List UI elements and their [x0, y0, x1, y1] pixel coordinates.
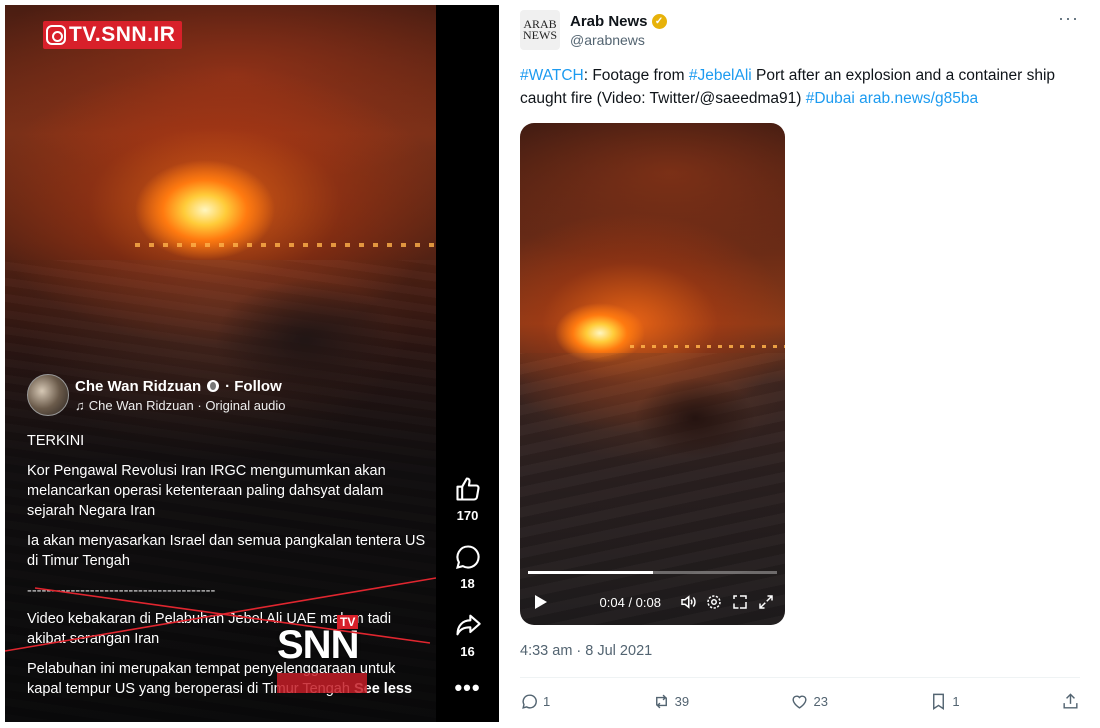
tweet-text: #WATCH: Footage from #JebelAli Port afte…	[520, 64, 1090, 110]
tweet-author-handle[interactable]: @arabnews	[570, 32, 667, 48]
verified-badge-icon: ✓	[651, 13, 667, 29]
share-count: 16	[460, 644, 475, 659]
more-options-icon[interactable]: ···	[1058, 8, 1079, 29]
tweet-header: ARAB NEWS Arab News ✓ @arabnews	[520, 10, 667, 50]
thumbs-up-icon	[455, 477, 480, 501]
reel-author: Che Wan Ridzuan · Follow ♫ Che Wan Ridzu…	[27, 374, 286, 416]
reel-audio-label[interactable]: Che Wan Ridzuan · Original audio	[89, 398, 286, 413]
reel-port-lights	[135, 243, 435, 247]
instagram-icon	[46, 25, 66, 45]
reel-watermark: TV.SNN.IR	[43, 21, 183, 49]
reel-panel: TV.SNN.IR Che Wan Ridzuan · Follow ♫ Che…	[5, 5, 499, 722]
screenshot-composite: TV.SNN.IR Che Wan Ridzuan · Follow ♫ Che…	[0, 0, 1100, 728]
retweet-icon	[655, 694, 667, 708]
tweet-video[interactable]: 0:04 / 0:08	[520, 123, 785, 625]
tweet-panel: ARAB NEWS Arab News ✓ @arabnews ··· #WAT…	[506, 0, 1100, 728]
heart-icon	[792, 695, 808, 709]
reel-watermark-text: TV.SNN.IR	[69, 23, 176, 46]
retweet-count: 39	[674, 693, 690, 709]
bookmark-button[interactable]: 1	[929, 692, 960, 711]
like-button[interactable]: 170	[454, 475, 482, 523]
snn-band	[277, 673, 367, 693]
music-note-icon: ♫	[75, 397, 85, 413]
divider	[520, 677, 1080, 678]
reply-count: 1	[543, 693, 551, 709]
share-button[interactable]	[1061, 692, 1080, 711]
avatar[interactable]: ARAB NEWS	[520, 10, 560, 50]
video-time: 0:04 / 0:08	[599, 594, 661, 610]
tweet-timestamp[interactable]: 4:33 am · 8 Jul 2021	[520, 643, 652, 659]
tweet-action-bar: 1 39 23 1	[520, 690, 1080, 712]
play-icon[interactable]	[535, 595, 547, 609]
comment-count: 18	[460, 576, 475, 591]
like-button[interactable]: 23	[790, 692, 828, 711]
video-progress-bar[interactable]	[528, 571, 777, 574]
reel-author-name[interactable]: Che Wan Ridzuan	[75, 378, 201, 395]
like-count: 170	[456, 508, 479, 523]
fullscreen-icon[interactable]	[757, 593, 775, 611]
hashtag-link[interactable]: #Dubai	[806, 90, 855, 107]
reply-button[interactable]: 1	[520, 692, 550, 711]
caption-paragraph: Ia akan menyasarkan Israel dan semua pan…	[27, 533, 426, 569]
avatar[interactable]	[27, 374, 69, 416]
bookmark-count: 1	[952, 693, 960, 709]
share-button[interactable]: 16	[454, 611, 482, 659]
caption-heading: TERKINI	[27, 433, 85, 449]
reel-video[interactable]: TV.SNN.IR Che Wan Ridzuan · Follow ♫ Che…	[5, 5, 436, 722]
follow-button[interactable]: · Follow	[225, 378, 282, 395]
comment-button[interactable]: 18	[454, 543, 482, 591]
caption-paragraph: Kor Pengawal Revolusi Iran IRGC mengumum…	[27, 463, 386, 519]
snn-tv-tag: TV	[337, 615, 359, 629]
tweet-text-segment: : Footage from	[583, 67, 689, 84]
video-progress-fill	[528, 571, 653, 574]
video-port-lights	[630, 345, 785, 348]
like-count: 23	[813, 693, 828, 709]
retweet-button[interactable]: 39	[652, 692, 689, 711]
reply-icon	[522, 693, 537, 709]
reel-action-bar: 170 18 16 •••	[436, 475, 499, 701]
hashtag-link[interactable]: #JebelAli	[689, 67, 752, 84]
video-controls: 0:04 / 0:08	[530, 591, 775, 613]
snn-watermark: SNN TV	[275, 615, 375, 707]
volume-icon[interactable]	[679, 593, 697, 611]
settings-gear-icon[interactable]	[705, 593, 723, 611]
url-link[interactable]: arab.news/g85ba	[859, 90, 978, 107]
more-icon[interactable]: •••	[454, 675, 480, 701]
avatar-logo-line: NEWS	[523, 28, 557, 42]
globe-icon	[207, 380, 220, 392]
share-icon	[455, 614, 481, 636]
snn-text: SNN	[277, 623, 359, 667]
share-icon	[1063, 692, 1078, 709]
hashtag-link[interactable]: #WATCH	[520, 67, 584, 84]
comment-icon	[455, 545, 480, 569]
caption-divider: ---------------------------------------	[27, 583, 216, 599]
video-ground	[520, 353, 785, 625]
pip-icon[interactable]	[731, 593, 749, 611]
tweet-author-name[interactable]: Arab News	[570, 13, 648, 30]
bookmark-icon	[933, 693, 945, 710]
